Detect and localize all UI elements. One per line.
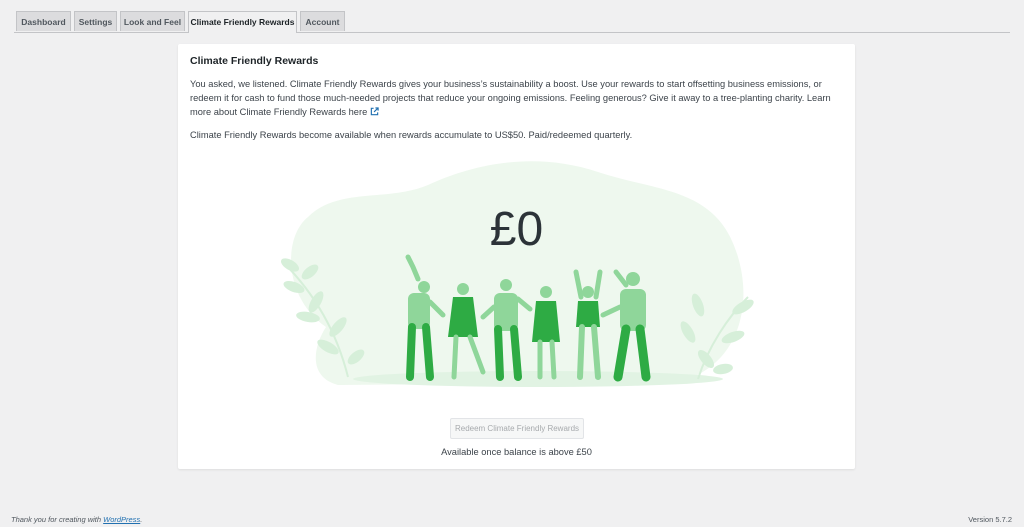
footer-thanks-prefix: Thank you for creating with bbox=[11, 515, 104, 524]
tab-settings[interactable]: Settings bbox=[74, 11, 117, 31]
footer-thanks-suffix: . bbox=[140, 515, 143, 524]
external-link-icon[interactable] bbox=[370, 106, 379, 120]
redeem-button[interactable]: Redeem Climate Friendly Rewards bbox=[450, 418, 584, 439]
tab-look-and-feel[interactable]: Look and Feel bbox=[120, 11, 185, 31]
availability-note: Climate Friendly Rewards become availabl… bbox=[190, 130, 633, 140]
learn-more-label: Climate Friendly Rewards here bbox=[239, 107, 368, 117]
intro-text: You asked, we listened. Climate Friendly… bbox=[190, 77, 842, 120]
balance-amount: £0 bbox=[489, 203, 544, 256]
learn-more-link[interactable]: Climate Friendly Rewards here bbox=[240, 107, 368, 117]
footer-thanks: Thank you for creating with WordPress. bbox=[11, 515, 142, 524]
tab-bar: Dashboard Settings Look and Feel Climate… bbox=[14, 11, 1010, 33]
redeem-availability-note: Available once balance is above £50 bbox=[441, 447, 592, 457]
tab-dashboard[interactable]: Dashboard bbox=[16, 11, 71, 31]
wordpress-link[interactable]: WordPress bbox=[103, 515, 140, 524]
tab-account[interactable]: Account bbox=[300, 11, 345, 31]
dancing-people-illustration bbox=[280, 161, 754, 387]
rewards-card: Climate Friendly Rewards You asked, we l… bbox=[178, 44, 855, 469]
tab-climate-friendly-rewards[interactable]: Climate Friendly Rewards bbox=[188, 11, 297, 33]
footer-version: Version 5.7.2 bbox=[968, 515, 1012, 524]
card-title: Climate Friendly Rewards bbox=[190, 55, 319, 67]
